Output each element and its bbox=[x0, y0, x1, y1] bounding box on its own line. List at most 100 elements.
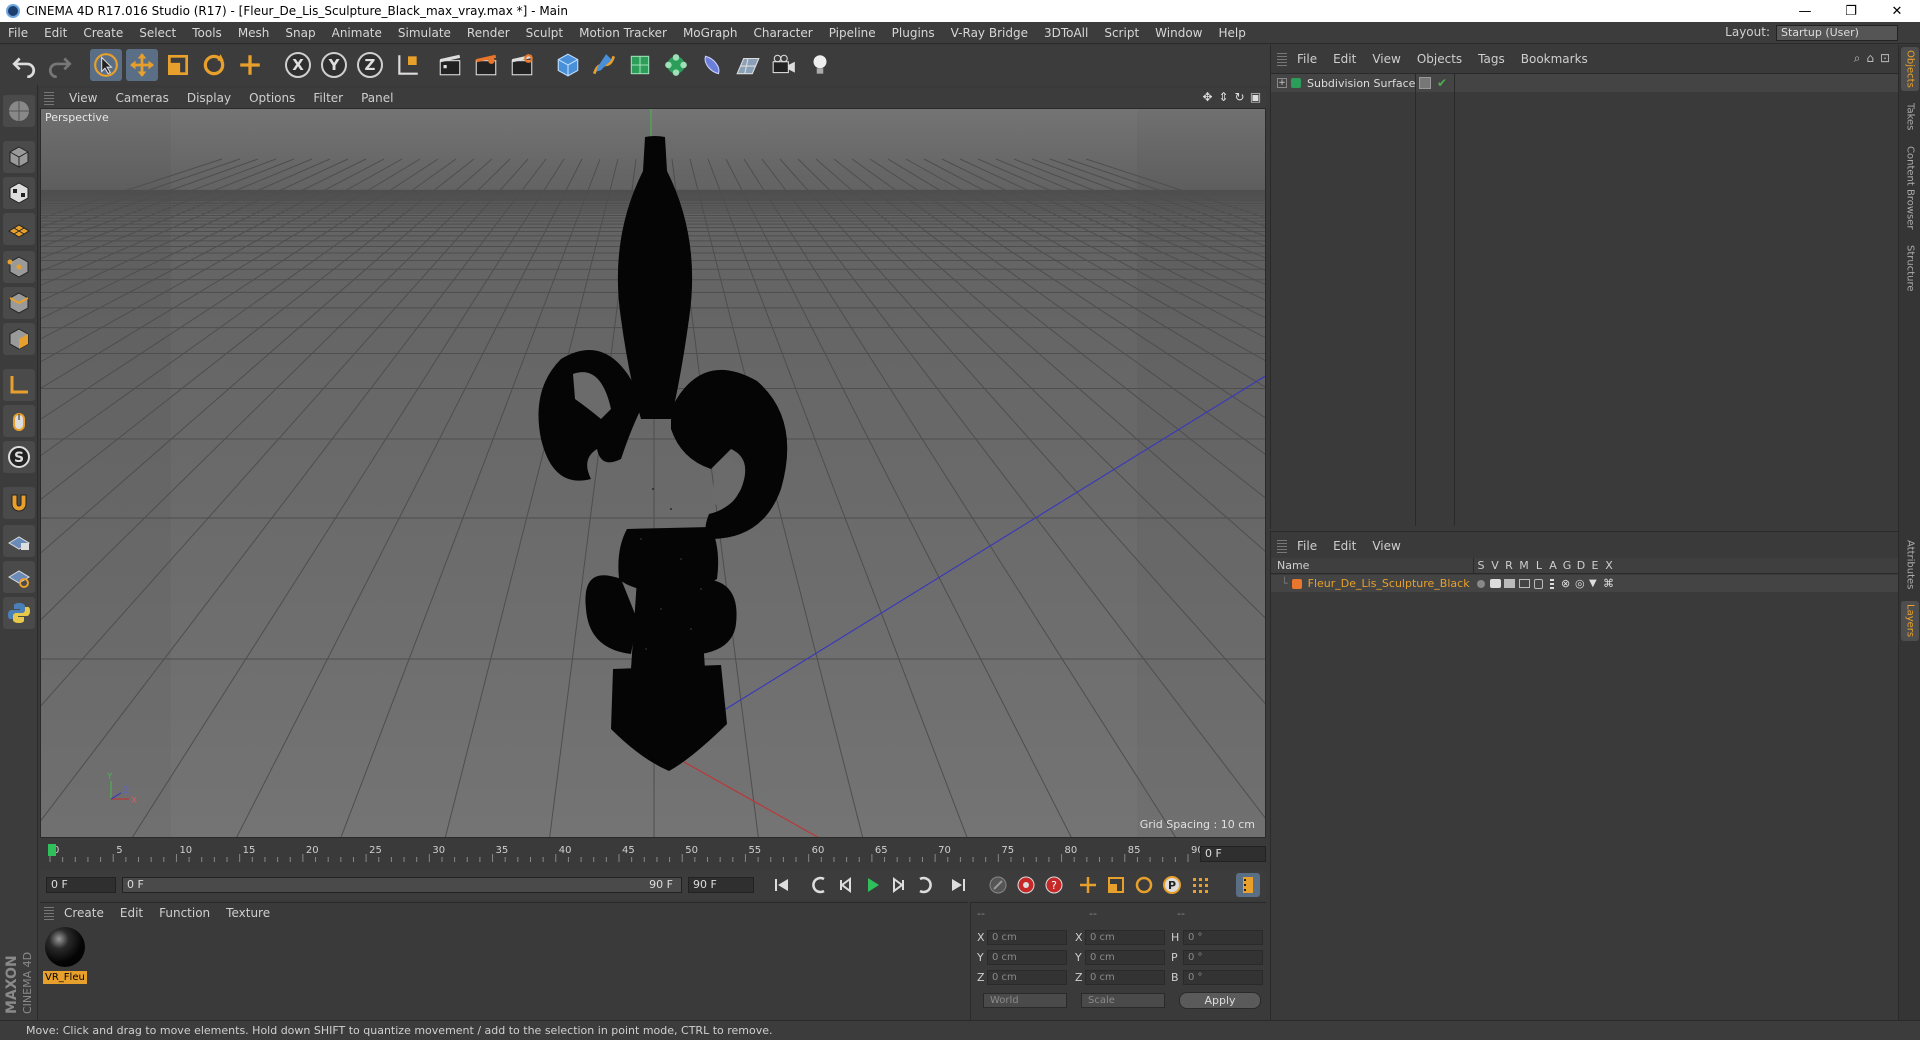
xref-icon[interactable]: ⌘ bbox=[1603, 577, 1614, 590]
object-menu-edit[interactable]: Edit bbox=[1325, 52, 1364, 66]
perspective-viewport[interactable]: Y Z X Perspective Grid Spacing : 10 cm bbox=[40, 108, 1266, 838]
render-settings-button[interactable] bbox=[506, 49, 538, 81]
snapping-button[interactable] bbox=[3, 487, 35, 519]
model-mode-button[interactable] bbox=[3, 141, 35, 173]
maximize-view-icon[interactable]: ▣ bbox=[1249, 90, 1262, 104]
add-environment-button[interactable] bbox=[732, 49, 764, 81]
deformer-icon[interactable]: ◎ bbox=[1575, 577, 1585, 590]
menu-sculpt[interactable]: Sculpt bbox=[518, 26, 571, 40]
tab-layers[interactable]: Layers bbox=[1901, 601, 1919, 641]
menu-pipeline[interactable]: Pipeline bbox=[821, 26, 884, 40]
record-off-button[interactable] bbox=[986, 873, 1010, 897]
make-editable-button[interactable] bbox=[3, 95, 35, 127]
add-camera-button[interactable] bbox=[768, 49, 800, 81]
pos-y-field[interactable]: 0 cm bbox=[987, 950, 1067, 965]
goto-start-button[interactable] bbox=[770, 873, 794, 897]
max-frame-field[interactable]: 90 F bbox=[688, 877, 754, 893]
size-y-field[interactable]: 0 cm bbox=[1085, 950, 1165, 965]
material-menu-texture[interactable]: Texture bbox=[218, 906, 278, 920]
rotate-tool-button[interactable] bbox=[198, 49, 230, 81]
key-scale-button[interactable] bbox=[1104, 873, 1128, 897]
x-axis-lock-button[interactable]: X bbox=[282, 49, 314, 81]
material-menu-edit[interactable]: Edit bbox=[112, 906, 151, 920]
rot-h-field[interactable]: 0 ° bbox=[1183, 930, 1263, 945]
render-picture-viewer-button[interactable] bbox=[470, 49, 502, 81]
add-spline-button[interactable] bbox=[588, 49, 620, 81]
pos-x-field[interactable]: 0 cm bbox=[987, 930, 1067, 945]
layer-column-expressions[interactable]: E bbox=[1588, 559, 1602, 572]
object-menu-view[interactable]: View bbox=[1364, 52, 1408, 66]
object-name[interactable]: Subdivision Surface bbox=[1307, 77, 1415, 90]
expand-toggle-icon[interactable]: + bbox=[1277, 78, 1287, 88]
goto-next-key-button[interactable] bbox=[912, 873, 936, 897]
object-menu-tags[interactable]: Tags bbox=[1470, 52, 1513, 66]
expression-icon[interactable]: ▼ bbox=[1589, 578, 1597, 589]
add-array-button[interactable] bbox=[660, 49, 692, 81]
restore-button[interactable]: ❐ bbox=[1828, 0, 1874, 22]
menu-vray-bridge[interactable]: V-Ray Bridge bbox=[943, 26, 1036, 40]
tab-content-browser[interactable]: Content Browser bbox=[1901, 141, 1919, 235]
menu-mograph[interactable]: MoGraph bbox=[675, 26, 746, 40]
layer-column-name[interactable]: Name bbox=[1277, 559, 1477, 572]
viewport-menu-display[interactable]: Display bbox=[178, 91, 240, 105]
live-selection-button[interactable] bbox=[234, 49, 266, 81]
layout-dropdown[interactable]: Startup (User) bbox=[1776, 25, 1898, 41]
solo-dot-icon[interactable] bbox=[1477, 579, 1485, 588]
menu-script[interactable]: Script bbox=[1096, 26, 1147, 40]
pan-view-icon[interactable]: ✥ bbox=[1201, 90, 1214, 104]
polygons-mode-button[interactable] bbox=[3, 323, 35, 355]
home-icon[interactable]: ⌂ bbox=[1866, 51, 1874, 66]
lock-icon[interactable] bbox=[1534, 578, 1543, 589]
layer-menu-edit[interactable]: Edit bbox=[1325, 539, 1364, 553]
current-frame-field[interactable]: 0 F bbox=[1200, 846, 1266, 862]
render-clapper-icon[interactable] bbox=[1504, 579, 1515, 588]
redo-button[interactable] bbox=[44, 49, 76, 81]
layer-menu-file[interactable]: File bbox=[1289, 539, 1325, 553]
scale-tool-button[interactable] bbox=[162, 49, 194, 81]
add-cube-button[interactable] bbox=[552, 49, 584, 81]
key-rotation-button[interactable] bbox=[1132, 873, 1156, 897]
workplane-rotate-button[interactable] bbox=[3, 561, 35, 593]
object-menu-file[interactable]: File bbox=[1289, 52, 1325, 66]
object-tree[interactable]: + Subdivision Surface ✔ bbox=[1271, 73, 1899, 526]
material-name-label[interactable]: VR_Fleu bbox=[43, 971, 87, 984]
add-nurbs-button[interactable] bbox=[624, 49, 656, 81]
view-eye-icon[interactable] bbox=[1490, 579, 1501, 588]
timeline-playhead[interactable] bbox=[48, 844, 56, 856]
tweak-mode-button[interactable] bbox=[3, 405, 35, 437]
apply-button[interactable]: Apply bbox=[1179, 992, 1261, 1009]
rot-b-field[interactable]: 0 ° bbox=[1183, 970, 1263, 985]
rot-p-field[interactable]: 0 ° bbox=[1183, 950, 1263, 965]
y-axis-lock-button[interactable]: Y bbox=[318, 49, 350, 81]
menu-select[interactable]: Select bbox=[131, 26, 184, 40]
goto-previous-key-button[interactable] bbox=[808, 873, 832, 897]
tab-takes[interactable]: Takes bbox=[1901, 99, 1919, 135]
key-position-button[interactable] bbox=[1076, 873, 1100, 897]
points-mode-button[interactable] bbox=[3, 251, 35, 283]
layer-row[interactable]: └ Fleur_De_Lis_Sculpture_Black ⊗ ◎ ▼ ⌘ bbox=[1271, 575, 1899, 592]
goto-next-frame-button[interactable] bbox=[886, 873, 910, 897]
goto-end-button[interactable] bbox=[946, 873, 970, 897]
enabled-check-icon[interactable]: ✔ bbox=[1437, 76, 1447, 90]
python-script-button[interactable] bbox=[3, 597, 35, 629]
menu-animate[interactable]: Animate bbox=[324, 26, 390, 40]
viewport-menu-panel[interactable]: Panel bbox=[352, 91, 402, 105]
menu-character[interactable]: Character bbox=[745, 26, 820, 40]
menu-snap[interactable]: Snap bbox=[277, 26, 323, 40]
layer-column-solo[interactable]: S bbox=[1474, 559, 1488, 572]
workplane-mode-button[interactable] bbox=[3, 213, 35, 245]
key-point-level-button[interactable] bbox=[1188, 873, 1212, 897]
pos-z-field[interactable]: 0 cm bbox=[987, 970, 1067, 985]
add-light-button[interactable] bbox=[804, 49, 836, 81]
z-axis-lock-button[interactable]: Z bbox=[354, 49, 386, 81]
key-parameter-button[interactable]: P bbox=[1160, 873, 1184, 897]
workplane-lock-button[interactable] bbox=[3, 525, 35, 557]
panel-grip[interactable] bbox=[1277, 52, 1287, 66]
new-view-icon[interactable]: ⊡ bbox=[1880, 51, 1890, 66]
menu-plugins[interactable]: Plugins bbox=[884, 26, 943, 40]
tab-structure[interactable]: Structure bbox=[1901, 241, 1919, 295]
object-menu-bookmarks[interactable]: Bookmarks bbox=[1513, 52, 1596, 66]
visibility-toggle-icon[interactable] bbox=[1419, 77, 1431, 89]
minimize-button[interactable]: — bbox=[1782, 0, 1828, 22]
panel-grip[interactable] bbox=[44, 91, 54, 105]
